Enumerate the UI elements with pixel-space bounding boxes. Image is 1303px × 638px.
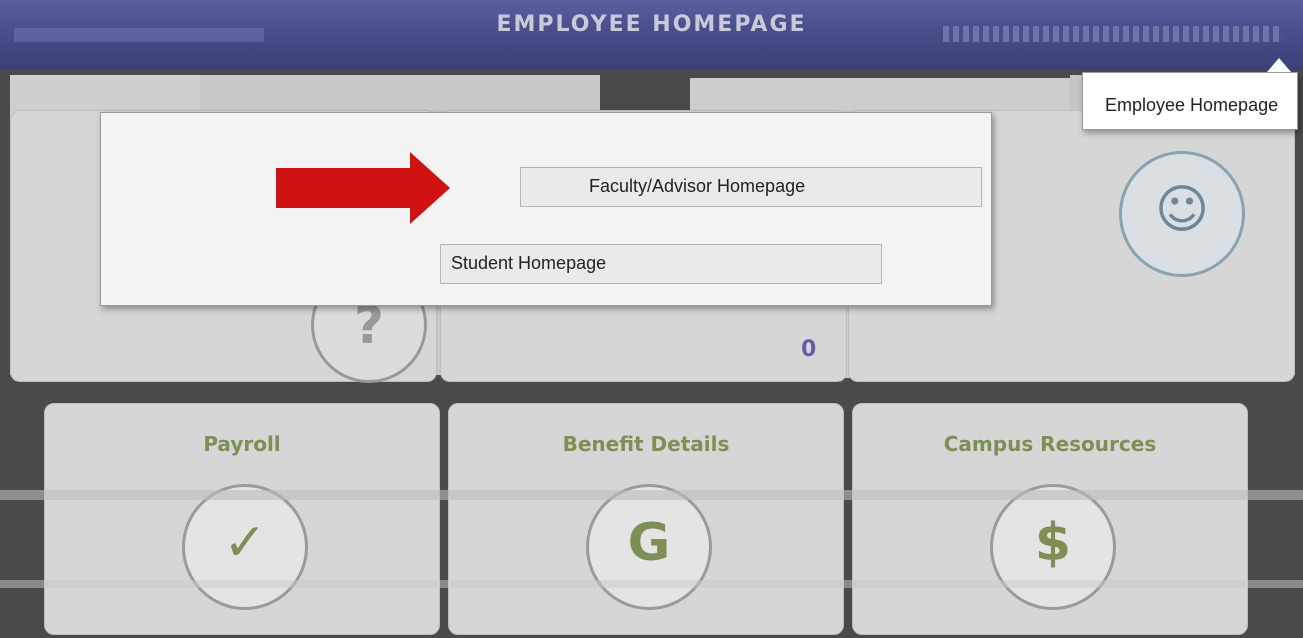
tile-benefit-details[interactable]: Benefit Details G: [448, 403, 844, 635]
menu-item-label: Student Homepage: [451, 253, 607, 273]
tile-payroll[interactable]: Payroll ✓: [44, 403, 440, 635]
banner-right-decoration: [943, 26, 1283, 42]
homepage-selector-label: Employee Homepage: [1105, 95, 1279, 115]
tile-campus-resources[interactable]: Campus Resources $: [852, 403, 1248, 635]
tile-benefit-details-label: Benefit Details: [562, 432, 730, 456]
g-logo-icon: G: [586, 484, 712, 610]
header-banner: EMPLOYEE HOMEPAGE: [0, 0, 1303, 70]
payroll-icon: ✓: [182, 484, 308, 610]
homepage-selector[interactable]: Employee Homepage: [1082, 72, 1298, 130]
dropdown-caret-icon: [1267, 58, 1291, 72]
menu-item-student[interactable]: Student Homepage: [440, 244, 882, 284]
divider: [0, 580, 1303, 588]
counter-value: 0: [801, 337, 817, 362]
dollar-icon: $: [990, 484, 1116, 610]
tile-campus-resources-label: Campus Resources: [943, 432, 1157, 456]
divider: [0, 490, 1303, 500]
pointer-arrow-icon: [276, 152, 450, 224]
menu-item-label: Faculty/Advisor Homepage: [589, 176, 806, 196]
profile-face-icon: ☺: [1119, 151, 1245, 277]
menu-item-faculty-advisor[interactable]: Faculty/Advisor Homepage: [520, 167, 982, 207]
tile-payroll-label: Payroll: [203, 432, 281, 456]
